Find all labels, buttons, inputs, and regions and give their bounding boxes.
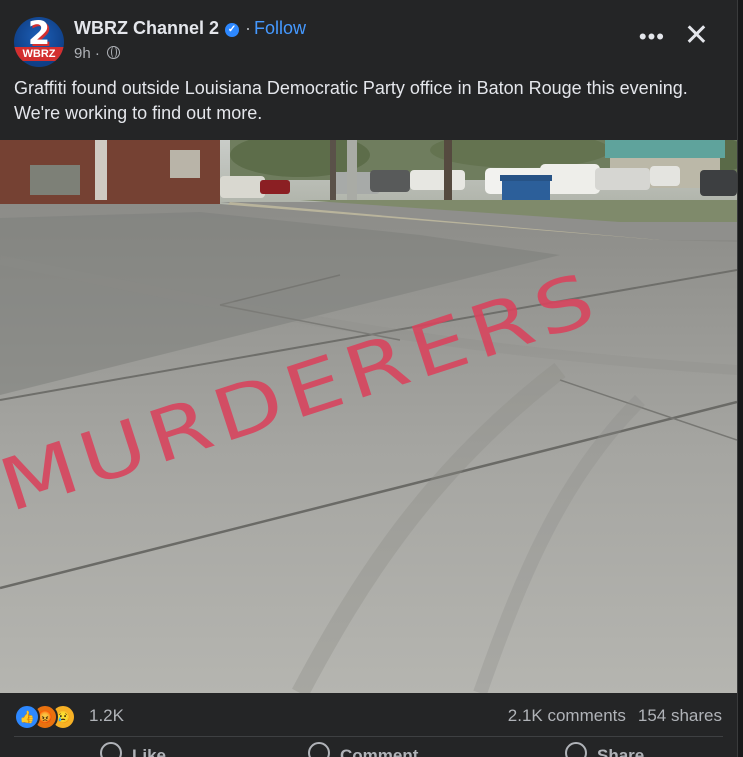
share-label: Share <box>597 746 645 757</box>
engagement-stats: 2.1K comments 154 shares <box>508 706 722 726</box>
post-card: 2 WBRZ WBRZ Channel 2 ✓ · Follow 9h · ••• ✕… <box>0 0 738 757</box>
page-name-line: WBRZ Channel 2 ✓ · Follow <box>74 18 306 39</box>
globe-icon <box>107 46 121 59</box>
like-button[interactable]: Like <box>100 742 166 757</box>
reaction-count[interactable]: 1.2K <box>89 706 124 726</box>
follow-button[interactable]: Follow <box>254 18 306 38</box>
comment-button[interactable]: Comment <box>308 742 418 757</box>
verified-check-icon: ✓ <box>225 23 240 37</box>
post-meta: 9h · <box>74 45 121 62</box>
post-header: 2 WBRZ WBRZ Channel 2 ✓ · Follow 9h · ••• ✕ <box>14 14 723 67</box>
time-separator: · <box>94 45 100 62</box>
avatar-text: WBRZ <box>14 47 64 61</box>
shares-count[interactable]: 154 shares <box>638 706 722 725</box>
like-reaction-icon: 👍 <box>14 704 40 730</box>
comment-label: Comment <box>340 746 419 757</box>
thumbs-up-icon <box>100 742 122 757</box>
close-icon[interactable]: ✕ <box>684 18 709 53</box>
page-name[interactable]: WBRZ Channel 2 <box>74 18 219 38</box>
share-icon <box>565 742 587 757</box>
share-button[interactable]: Share <box>565 742 644 757</box>
comments-count[interactable]: 2.1K comments <box>508 706 626 725</box>
actions-divider <box>14 736 723 737</box>
post-photo[interactable]: MURDERERS <box>0 140 737 693</box>
post-caption: Graffiti found outside Louisiana Democra… <box>14 78 688 123</box>
more-options-icon[interactable]: ••• <box>639 24 665 50</box>
page-avatar[interactable]: 2 WBRZ <box>14 17 64 67</box>
post-time[interactable]: 9h <box>74 45 91 62</box>
name-separator: · <box>245 18 252 38</box>
comment-icon <box>308 742 330 757</box>
like-label: Like <box>132 746 167 757</box>
post-actions: Like Comment Share <box>0 742 737 757</box>
photo-scene: MURDERERS <box>0 140 737 693</box>
